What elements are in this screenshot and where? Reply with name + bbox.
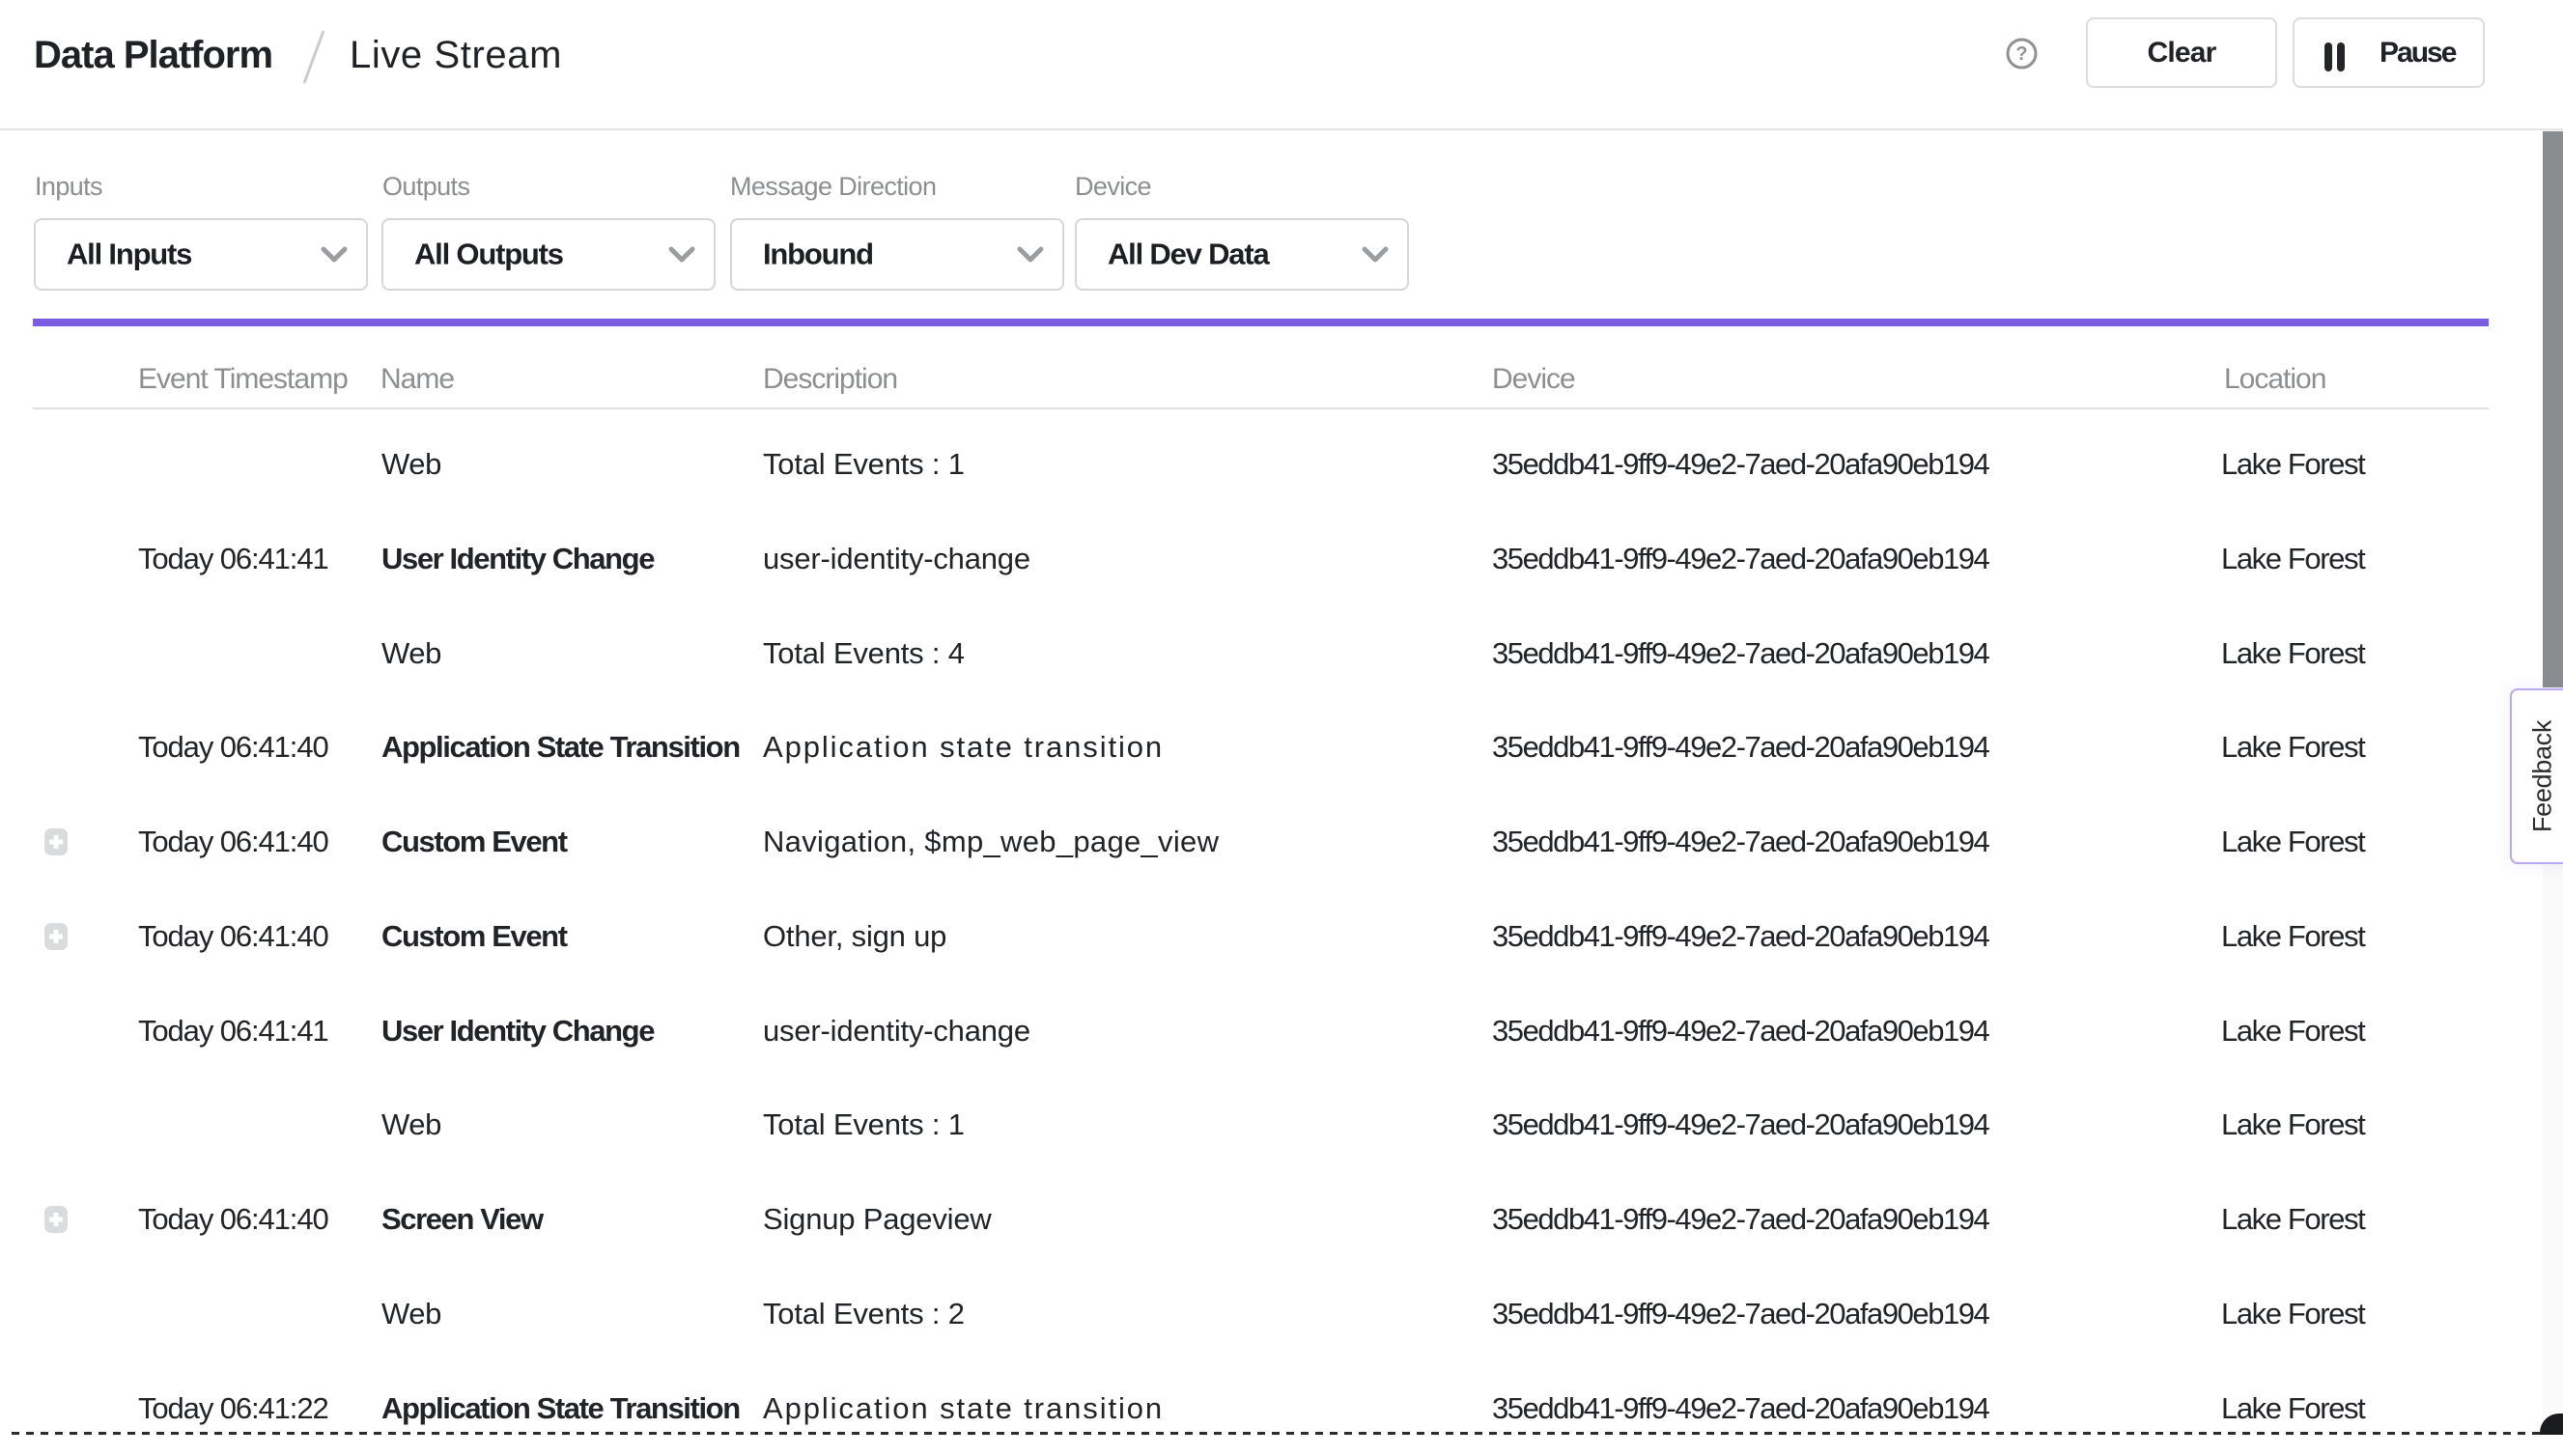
svg-text:?: ? [2015,43,2027,65]
